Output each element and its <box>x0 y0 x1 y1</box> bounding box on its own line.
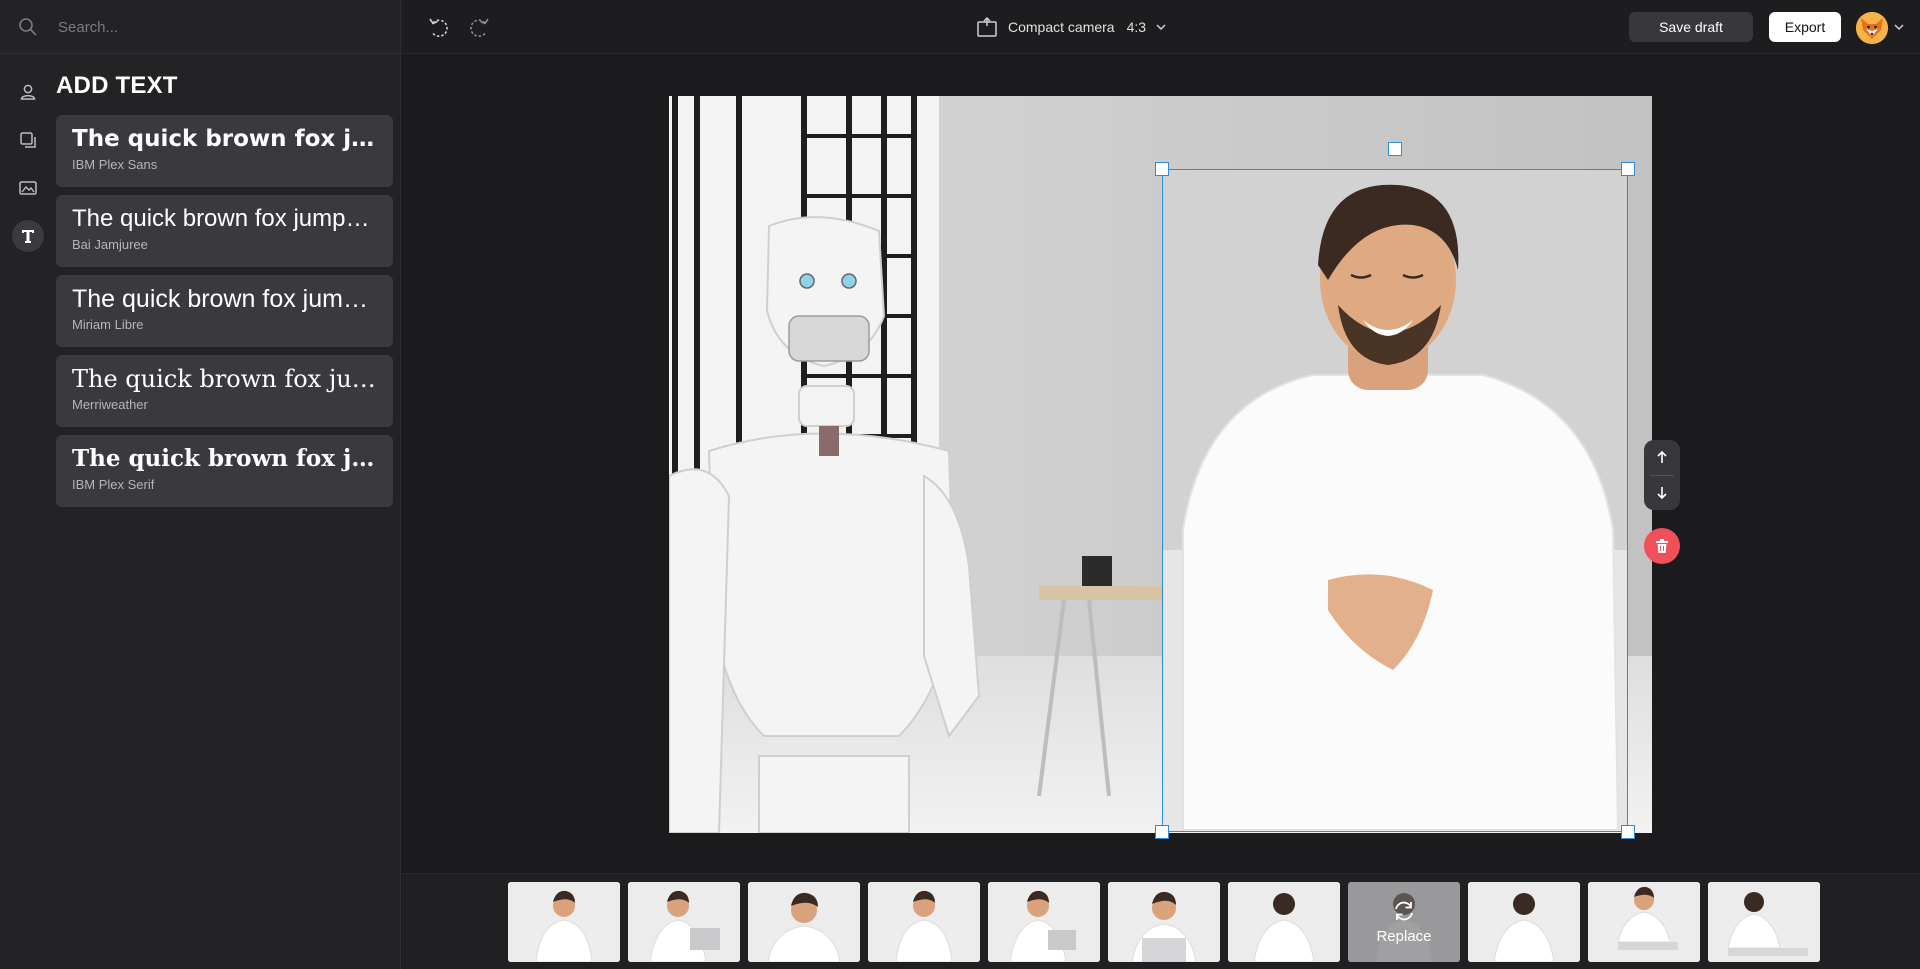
export-button[interactable]: Export <box>1769 12 1841 42</box>
smiling-man-photo <box>1163 170 1627 832</box>
pose-image <box>868 882 980 962</box>
layers-icon <box>20 132 36 148</box>
pose-image <box>508 882 620 962</box>
pose-image <box>1108 882 1220 962</box>
pose-thumbnail[interactable] <box>1708 882 1820 962</box>
pose-thumbnail[interactable] <box>1108 882 1220 962</box>
pose-thumbnail[interactable] <box>1468 882 1580 962</box>
pose-thumbnail[interactable] <box>1228 882 1340 962</box>
font-card-ibm-plex-serif[interactable]: The quick brown fox jumps over the lazy … <box>56 435 393 507</box>
pose-thumbnail[interactable] <box>1588 882 1700 962</box>
rail-button-people[interactable] <box>12 76 44 108</box>
redo-icon[interactable] <box>467 14 493 40</box>
undo-icon[interactable] <box>425 14 451 40</box>
replace-label: Replace <box>1376 927 1432 945</box>
font-name: Bai Jamjuree <box>72 237 148 252</box>
font-sample: The quick brown fox jumps over the lazy … <box>72 126 377 152</box>
pose-thumbnail[interactable] <box>868 882 980 962</box>
pose-thumbnail[interactable] <box>988 882 1100 962</box>
refresh-icon <box>1395 901 1413 920</box>
font-card-ibm-plex-sans[interactable]: The quick brown fox jumps over the lazy … <box>56 115 393 187</box>
layer-order-control <box>1644 440 1680 510</box>
font-sample: The quick brown fox jumps over the lazy … <box>72 285 377 313</box>
format-selector[interactable]: Compact camera 4:3 <box>976 14 1166 40</box>
pose-image <box>1228 882 1340 962</box>
font-list: The quick brown fox jumps over the lazy … <box>56 115 393 515</box>
fox-avatar-icon <box>1856 12 1888 44</box>
search-icon <box>19 18 37 36</box>
pose-thumbnail-hovered[interactable]: Replace <box>1348 882 1460 962</box>
pose-thumbnail[interactable] <box>748 882 860 962</box>
arrow-down-icon <box>1657 487 1667 500</box>
search-bar <box>0 0 401 54</box>
font-name: Miriam Libre <box>72 317 144 332</box>
font-sample: The quick brown fox jumps over the lazy … <box>72 205 377 232</box>
font-sample: The quick brown fox jumps over the lazy … <box>72 365 377 393</box>
replace-overlay[interactable]: Replace <box>1348 882 1460 962</box>
pose-thumbnail[interactable] <box>628 882 740 962</box>
font-name: IBM Plex Sans <box>72 157 158 172</box>
format-name: Compact camera <box>1008 19 1115 35</box>
search-input[interactable] <box>58 14 378 40</box>
send-backward-button[interactable] <box>1644 476 1680 510</box>
save-draft-button[interactable]: Save draft <box>1629 12 1753 42</box>
font-name: Merriweather <box>72 397 148 412</box>
chevron-down-icon <box>1156 24 1166 31</box>
bring-forward-button[interactable] <box>1644 440 1680 474</box>
font-sample: The quick brown fox jumps over the lazy … <box>72 445 377 472</box>
rail-button-images[interactable] <box>12 172 44 204</box>
rail-button-layers[interactable] <box>12 124 44 156</box>
panel-title: ADD TEXT <box>56 72 178 99</box>
selected-person-image[interactable] <box>1163 170 1627 832</box>
share-frame-icon <box>977 16 997 37</box>
arrow-up-icon <box>1657 450 1667 463</box>
pose-image <box>1708 882 1820 962</box>
pose-thumbnail[interactable] <box>508 882 620 962</box>
sidebar: ADD TEXT The quick brown fox jumps over … <box>0 0 401 969</box>
delete-button[interactable] <box>1644 528 1680 564</box>
trash-icon <box>1656 539 1668 553</box>
font-name: IBM Plex Serif <box>72 477 155 492</box>
pose-image <box>748 882 860 962</box>
pose-image <box>988 882 1100 962</box>
font-card-bai-jamjuree[interactable]: The quick brown fox jumps over the lazy … <box>56 195 393 267</box>
chevron-down-icon[interactable] <box>1894 22 1904 32</box>
pose-image <box>1588 882 1700 962</box>
filmstrip: Replace <box>402 873 1920 969</box>
top-bar: Compact camera 4:3 Save draft Export <box>401 0 1920 54</box>
format-ratio: 4:3 <box>1126 19 1147 35</box>
pose-image <box>628 882 740 962</box>
text-icon <box>22 230 34 243</box>
image-icon <box>19 181 37 195</box>
pose-image <box>1468 882 1580 962</box>
font-card-miriam-libre[interactable]: The quick brown fox jumps over the lazy … <box>56 275 393 347</box>
editor-app: ADD TEXT The quick brown fox jumps over … <box>0 0 1920 969</box>
user-icon <box>20 84 36 100</box>
font-card-merriweather[interactable]: The quick brown fox jumps over the lazy … <box>56 355 393 427</box>
rail-button-text[interactable] <box>12 220 44 252</box>
avatar[interactable] <box>1856 12 1888 44</box>
canvas-workspace <box>402 55 1920 873</box>
